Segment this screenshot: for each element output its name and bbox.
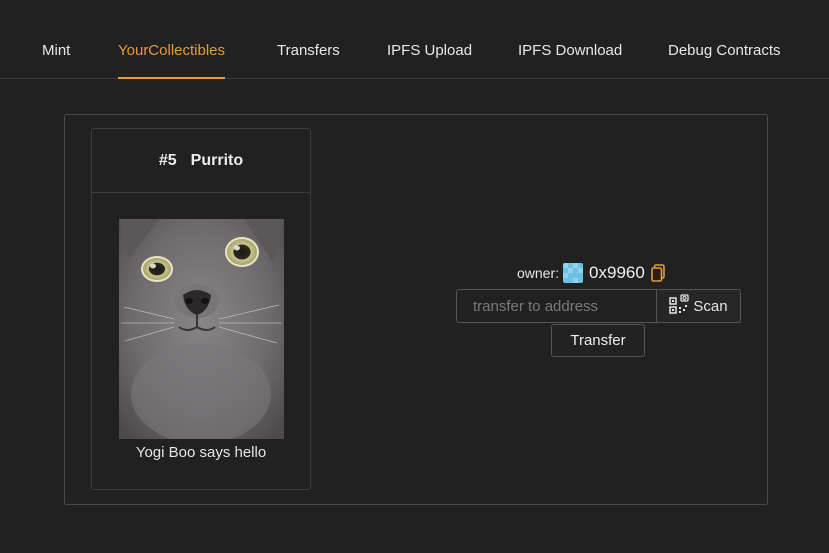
transfer-button[interactable]: Transfer [551,324,645,357]
tab-ipfs-download[interactable]: IPFS Download [518,42,622,59]
tab-debug-contracts[interactable]: Debug Contracts [668,42,781,59]
tab-mint[interactable]: Mint [42,42,70,59]
collectible-name: Purrito [190,151,244,169]
owner-label: owner: [517,265,560,281]
transfer-address-input[interactable] [456,289,656,323]
card-header: #5 Purrito [92,129,310,193]
copy-icon[interactable] [651,264,665,282]
collectible-card: #5 Purrito Yogi Boo says hello [91,128,311,490]
collectible-description: Yogi Boo says hello [135,444,267,461]
blockie-avatar-icon [563,263,584,283]
tab-your-collectibles[interactable]: YourCollectibles [118,42,226,79]
collectible-image [119,219,284,439]
scan-label: Scan [693,297,728,315]
scan-button[interactable]: Scan [656,289,741,323]
owner-info: owner: 0x9960 [517,262,665,284]
qr-code-icon [669,294,690,318]
tab-transfers[interactable]: Transfers [277,42,340,59]
top-navigation: Mint YourCollectibles Transfers IPFS Upl… [0,0,829,79]
owner-address[interactable]: 0x9960 [589,263,645,283]
transfer-address-group: Scan [456,289,741,323]
tab-ipfs-upload[interactable]: IPFS Upload [387,42,472,59]
collectible-id: #5 [158,151,177,169]
